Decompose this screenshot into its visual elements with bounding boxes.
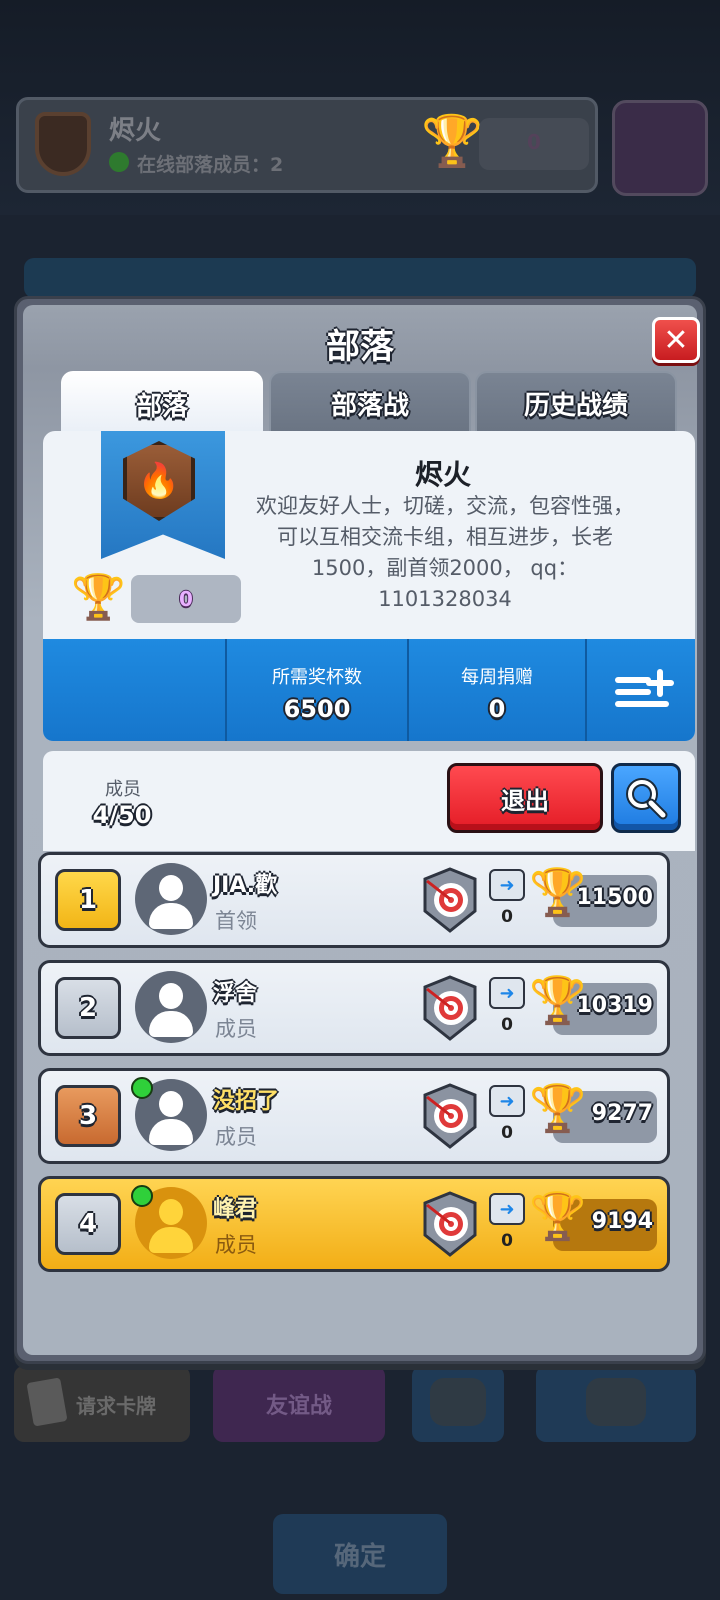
tab-clan-war[interactable]: 部落战 <box>269 371 471 433</box>
flame-icon: 🔥 <box>137 461 181 501</box>
background-strip <box>24 258 696 298</box>
member-donations: 0 <box>501 907 513 927</box>
clan-info-panel: 🔥 🏆 0 烬火 欢迎友好人士，切磋，交流，包容性强，可以互相交流卡组，相互进步… <box>43 431 695 741</box>
donate-icon: ➜ <box>489 977 525 1009</box>
clan-trophy-box: 0 <box>131 575 241 623</box>
weekly-donations-label: 每周捐赠 <box>461 667 533 688</box>
clan-war-target-icon <box>423 867 477 933</box>
card-icon <box>26 1377 68 1427</box>
online-indicator-icon <box>131 1077 153 1099</box>
tab-clan-war-label: 部落战 <box>330 390 409 421</box>
clan-trophy-value: 0 <box>179 587 193 611</box>
member-donations: 0 <box>501 1123 513 1143</box>
chat-button <box>536 1366 696 1442</box>
weekly-donations-value: 0 <box>488 695 506 723</box>
member-row[interactable]: 1 JIA.歡 首领 ➜ 0 🏆 11500 <box>38 852 670 948</box>
weekly-donations-stat: 每周捐赠 0 <box>409 639 585 741</box>
member-name: 浮舍 <box>213 981 258 1006</box>
member-rank: 3 <box>55 1085 121 1147</box>
donate-icon: ➜ <box>489 1085 525 1117</box>
clan-war-button <box>612 100 708 196</box>
member-role: 成员 <box>215 1017 257 1041</box>
clan-war-target-icon <box>423 975 477 1041</box>
modal-title: 部落 <box>326 327 394 367</box>
required-trophies-label: 所需奖杯数 <box>272 667 362 688</box>
trophy-icon: 🏆 <box>421 112 484 170</box>
emote-icon <box>430 1378 486 1426</box>
request-cards-button: 请求卡牌 <box>14 1366 190 1442</box>
member-name: JIA.歡 <box>213 873 278 898</box>
request-cards-label: 请求卡牌 <box>76 1394 156 1418</box>
emote-button <box>412 1366 504 1442</box>
online-indicator-icon <box>131 1185 153 1207</box>
member-row-self[interactable]: 4 峰君 成员 ➜ 0 🏆 9194 <box>38 1176 670 1272</box>
donate-icon: ➜ <box>489 1193 525 1225</box>
members-header: 成员 4/50 退出 <box>43 751 695 851</box>
online-indicator-icon <box>109 152 129 172</box>
tab-history-label: 历史战绩 <box>523 390 628 421</box>
friendly-battle-label: 友谊战 <box>265 1394 332 1419</box>
member-rank: 1 <box>55 869 121 931</box>
member-role: 成员 <box>215 1125 257 1149</box>
close-button[interactable]: ✕ <box>652 317 700 363</box>
search-icon <box>626 778 668 820</box>
background-trophy-box: 0 <box>479 118 589 170</box>
background-trophy-value: 0 <box>527 130 541 154</box>
member-donations: 0 <box>501 1015 513 1035</box>
member-role: 首领 <box>215 909 257 933</box>
confirm-label: 确定 <box>333 1542 386 1572</box>
member-rank: 2 <box>55 977 121 1039</box>
members-count: 4/50 <box>92 801 152 829</box>
member-rank: 4 <box>55 1193 121 1255</box>
member-trophies: 9194 <box>591 1209 653 1234</box>
avatar <box>135 971 207 1043</box>
member-donations: 0 <box>501 1231 513 1251</box>
member-role: 成员 <box>215 1233 257 1257</box>
member-trophies: 11500 <box>576 885 653 910</box>
required-trophies-value: 6500 <box>283 695 351 723</box>
member-trophies: 9277 <box>591 1101 653 1126</box>
avatar <box>135 863 207 935</box>
close-icon: ✕ <box>663 322 689 358</box>
leave-button[interactable]: 退出 <box>447 763 603 833</box>
clan-name: 烬火 <box>414 458 471 491</box>
member-row[interactable]: 3 没招了 成员 ➜ 0 🏆 9277 <box>38 1068 670 1164</box>
friendly-battle-button: 友谊战 <box>213 1366 385 1442</box>
divider <box>585 639 587 741</box>
donate-icon: ➜ <box>489 869 525 901</box>
members-label: 成员 <box>105 779 141 800</box>
chat-bubble-icon <box>586 1378 646 1426</box>
clan-war-target-icon <box>423 1191 477 1257</box>
member-name: 峰君 <box>213 1197 258 1222</box>
member-name: 没招了 <box>213 1089 280 1114</box>
tab-clan[interactable]: 部落 <box>61 371 263 437</box>
background-online-text: 在线部落成员：2 <box>137 154 284 176</box>
required-trophies-stat: 所需奖杯数 6500 <box>227 639 407 741</box>
confirm-button: 确定 <box>273 1514 447 1594</box>
background-clan-card: 烬火 在线部落成员：2 🏆 0 <box>16 97 598 193</box>
search-button[interactable] <box>611 763 681 833</box>
add-list-icon[interactable] <box>613 667 677 715</box>
tab-history[interactable]: 历史战绩 <box>475 371 677 433</box>
tab-clan-label: 部落 <box>135 391 188 422</box>
clan-stats-bar: 所需奖杯数 6500 每周捐赠 0 <box>43 639 695 741</box>
member-trophies: 10319 <box>576 993 653 1018</box>
clan-war-target-icon <box>423 1083 477 1149</box>
background-clan-name: 烬火 <box>109 116 162 146</box>
member-row[interactable]: 2 浮舍 成员 ➜ 0 🏆 10319 <box>38 960 670 1056</box>
clan-badge-icon <box>35 112 91 176</box>
clan-description: 欢迎友好人士，切磋，交流，包容性强，可以互相交流卡组，相互进步，长老1500，副… <box>256 494 634 611</box>
clan-trophy-icon: 🏆 <box>71 572 126 623</box>
